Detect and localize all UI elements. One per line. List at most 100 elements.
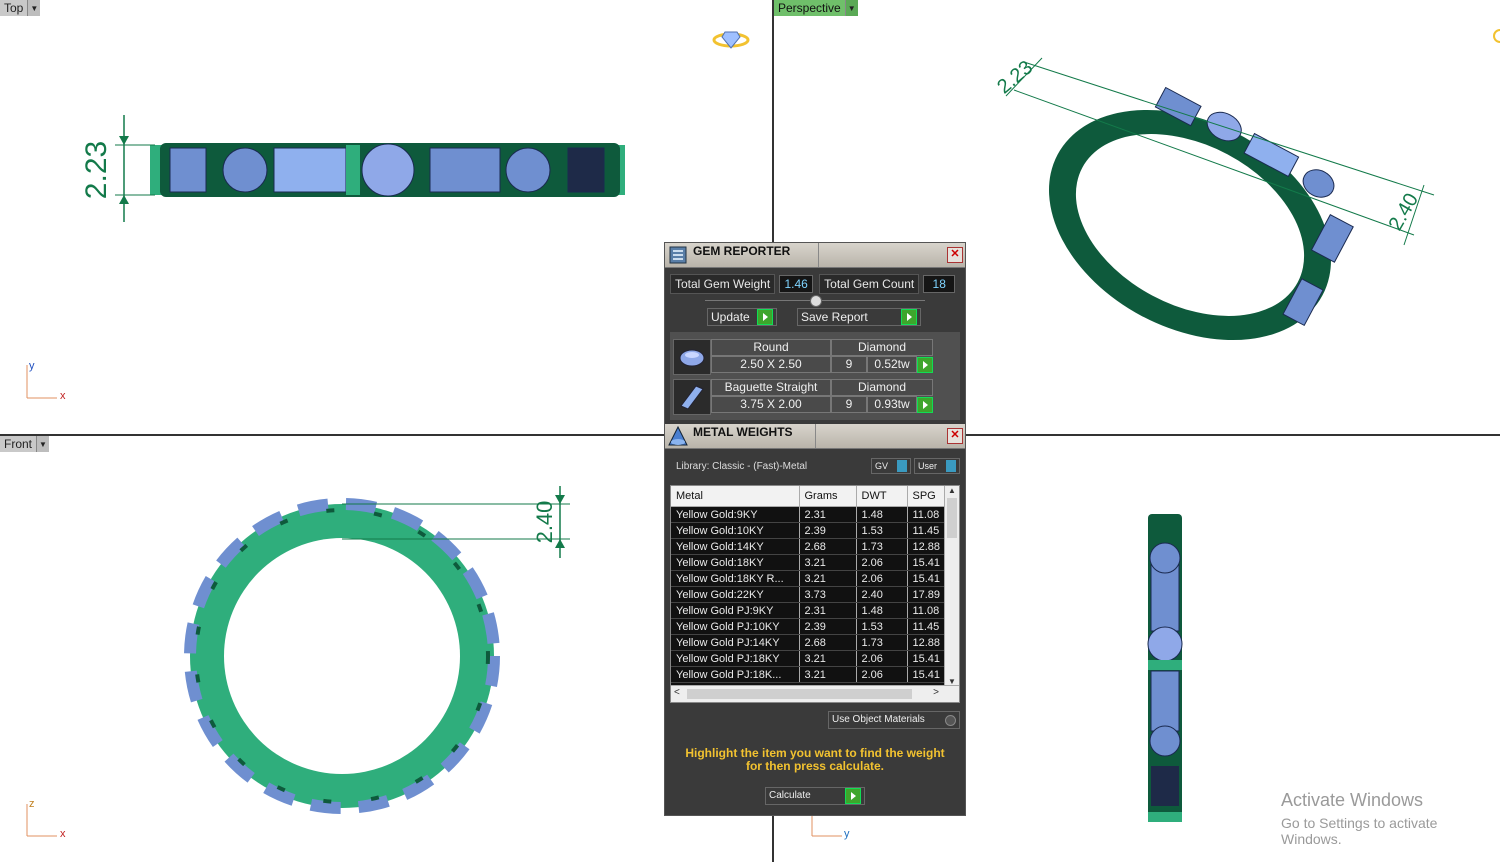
perspective-dimension-1: 2.23 <box>993 56 1037 98</box>
gem-item-baguette[interactable]: Baguette Straight Diamond 3.75 X 2.00 9 … <box>673 379 957 415</box>
table-cell: Yellow Gold:9KY <box>671 506 800 523</box>
table-cell: Yellow Gold:22KY <box>671 586 800 603</box>
metal-weights-close-icon[interactable]: ✕ <box>947 428 963 444</box>
table-cell: 2.39 <box>799 522 857 539</box>
instruction-text: Highlight the item you want to find the … <box>685 746 945 773</box>
play-icon <box>901 309 917 325</box>
axis-x-label: x <box>60 828 66 840</box>
toggle-icon <box>897 460 907 472</box>
table-row[interactable]: Yellow Gold:10KY 2.39 1.53 11.45 <box>671 522 946 539</box>
scrollbar-thumb[interactable] <box>947 498 957 538</box>
chevron-up-icon[interactable]: ▲ <box>945 486 959 495</box>
toggle-icon <box>946 460 956 472</box>
axis-y-label: y <box>29 360 35 372</box>
gem-item-round[interactable]: Round Diamond 2.50 X 2.50 9 0.52tw <box>673 339 957 375</box>
gem-material: Diamond <box>831 379 933 396</box>
table-cell: 2.68 <box>799 538 857 555</box>
play-icon[interactable] <box>917 356 933 373</box>
table-row[interactable]: Yellow Gold PJ:10KY 2.39 1.53 11.45 <box>671 618 946 635</box>
front-dimension-label: 2.40 <box>532 501 557 544</box>
chevron-right-icon[interactable]: > <box>933 687 939 698</box>
baguette-gem-icon <box>673 379 711 415</box>
table-cell: 3.21 <box>799 666 857 683</box>
play-icon[interactable] <box>917 396 933 413</box>
total-gem-weight-value: 1.46 <box>779 275 814 293</box>
gem-weight: 0.93tw <box>867 396 917 413</box>
table-row[interactable]: Yellow Gold:18KY R... 3.21 2.06 15.41 <box>671 570 946 587</box>
table-cell: 1.73 <box>856 634 908 651</box>
ring-icon[interactable] <box>712 31 750 49</box>
use-object-materials-toggle[interactable]: Use Object Materials <box>828 711 960 729</box>
table-row[interactable]: Yellow Gold PJ:14KY 2.68 1.73 12.88 <box>671 634 946 651</box>
metal-weights-icon <box>667 425 689 447</box>
panel-splitter[interactable] <box>670 294 960 308</box>
play-icon <box>845 788 861 804</box>
table-row[interactable]: Yellow Gold:9KY 2.31 1.48 11.08 <box>671 506 946 523</box>
user-label: User <box>918 461 938 471</box>
table-cell: Yellow Gold PJ:14KY <box>671 634 800 651</box>
save-report-button[interactable]: Save Report <box>797 308 921 326</box>
table-cell: Yellow Gold PJ:18KY <box>671 650 800 667</box>
metal-weights-title: METAL WEIGHTS <box>693 424 816 448</box>
table-cell: Yellow Gold:10KY <box>671 522 800 539</box>
column-header[interactable]: Grams <box>799 486 857 507</box>
metal-weights-titlebar[interactable]: METAL WEIGHTS ✕ <box>665 424 965 449</box>
total-gem-count-value: 18 <box>923 275 956 293</box>
top-view-model: 2.23 <box>26 31 750 399</box>
gem-shape: Round <box>711 339 831 356</box>
front-viewport[interactable]: Front ▼ 2.40 z x <box>0 436 772 862</box>
front-view-model: 2.40 <box>26 486 570 837</box>
windows-activation-watermark: Activate Windows Go to Settings to activ… <box>1281 790 1500 847</box>
scrollbar-thumb[interactable] <box>687 689 912 699</box>
total-gem-weight-label: Total Gem Weight <box>670 274 776 294</box>
save-report-label: Save Report <box>801 310 868 324</box>
vertical-scrollbar[interactable]: ▲ ▼ <box>944 486 959 686</box>
total-gem-count-label: Total Gem Count <box>819 274 920 294</box>
table-cell: 3.21 <box>799 570 857 587</box>
table-cell: 1.48 <box>856 506 908 523</box>
table-row[interactable]: Yellow Gold PJ:18KY 3.21 2.06 15.41 <box>671 650 946 667</box>
table-cell: 2.06 <box>856 570 908 587</box>
table-cell: Yellow Gold:14KY <box>671 538 800 555</box>
metal-weights-body: Library: Classic - (Fast)-Metal GV User … <box>665 449 965 815</box>
table-row[interactable]: Yellow Gold PJ:9KY 2.31 1.48 11.08 <box>671 602 946 619</box>
table-row[interactable]: Yellow Gold:22KY 3.73 2.40 17.89 <box>671 586 946 603</box>
gem-size: 2.50 X 2.50 <box>711 356 831 373</box>
table-cell: 12.88 <box>907 538 946 555</box>
table-row[interactable]: Yellow Gold:14KY 2.68 1.73 12.88 <box>671 538 946 555</box>
column-header[interactable]: DWT <box>856 486 908 507</box>
calculate-button[interactable]: Calculate <box>765 787 865 805</box>
axis-y-label: y <box>844 828 850 840</box>
user-toggle[interactable]: User <box>914 458 960 474</box>
table-cell: Yellow Gold PJ:10KY <box>671 618 800 635</box>
round-gem-icon <box>673 339 711 375</box>
gem-list: Round Diamond 2.50 X 2.50 9 0.52tw Bague… <box>670 332 960 420</box>
table-cell: 15.41 <box>907 666 946 683</box>
table-row[interactable]: Yellow Gold:18KY 3.21 2.06 15.41 <box>671 554 946 571</box>
column-header[interactable]: Metal <box>671 486 800 507</box>
gem-count: 9 <box>831 396 867 413</box>
chevron-left-icon[interactable]: < <box>674 687 680 698</box>
play-icon <box>757 309 773 325</box>
gem-reporter-titlebar[interactable]: GEM REPORTER ✕ <box>665 243 965 268</box>
gem-count: 9 <box>831 356 867 373</box>
gv-toggle[interactable]: GV <box>871 458 911 474</box>
table-cell: Yellow Gold PJ:9KY <box>671 602 800 619</box>
table-cell: 12.88 <box>907 634 946 651</box>
metal-table-container[interactable]: Metal Grams DWT SPG Yellow Gold:9KY 2.31 1… <box>670 485 960 703</box>
column-header[interactable]: SPG <box>907 486 946 507</box>
table-row[interactable]: Yellow Gold PJ:18K... 3.21 2.06 15.41 <box>671 666 946 683</box>
table-cell: 15.41 <box>907 570 946 587</box>
table-cell: 1.53 <box>856 618 908 635</box>
gem-shape: Baguette Straight <box>711 379 831 396</box>
table-cell: 2.68 <box>799 634 857 651</box>
table-cell: 11.08 <box>907 602 946 619</box>
top-viewport[interactable]: Top ▼ 2.23 y x <box>0 0 772 434</box>
gem-reporter-close-icon[interactable]: ✕ <box>947 247 963 263</box>
table-cell: 11.45 <box>907 522 946 539</box>
update-button[interactable]: Update <box>707 308 777 326</box>
gem-material: Diamond <box>831 339 933 356</box>
table-cell: 17.89 <box>907 586 946 603</box>
horizontal-scrollbar[interactable]: < > <box>671 685 959 702</box>
axis-x-label: x <box>60 390 66 402</box>
